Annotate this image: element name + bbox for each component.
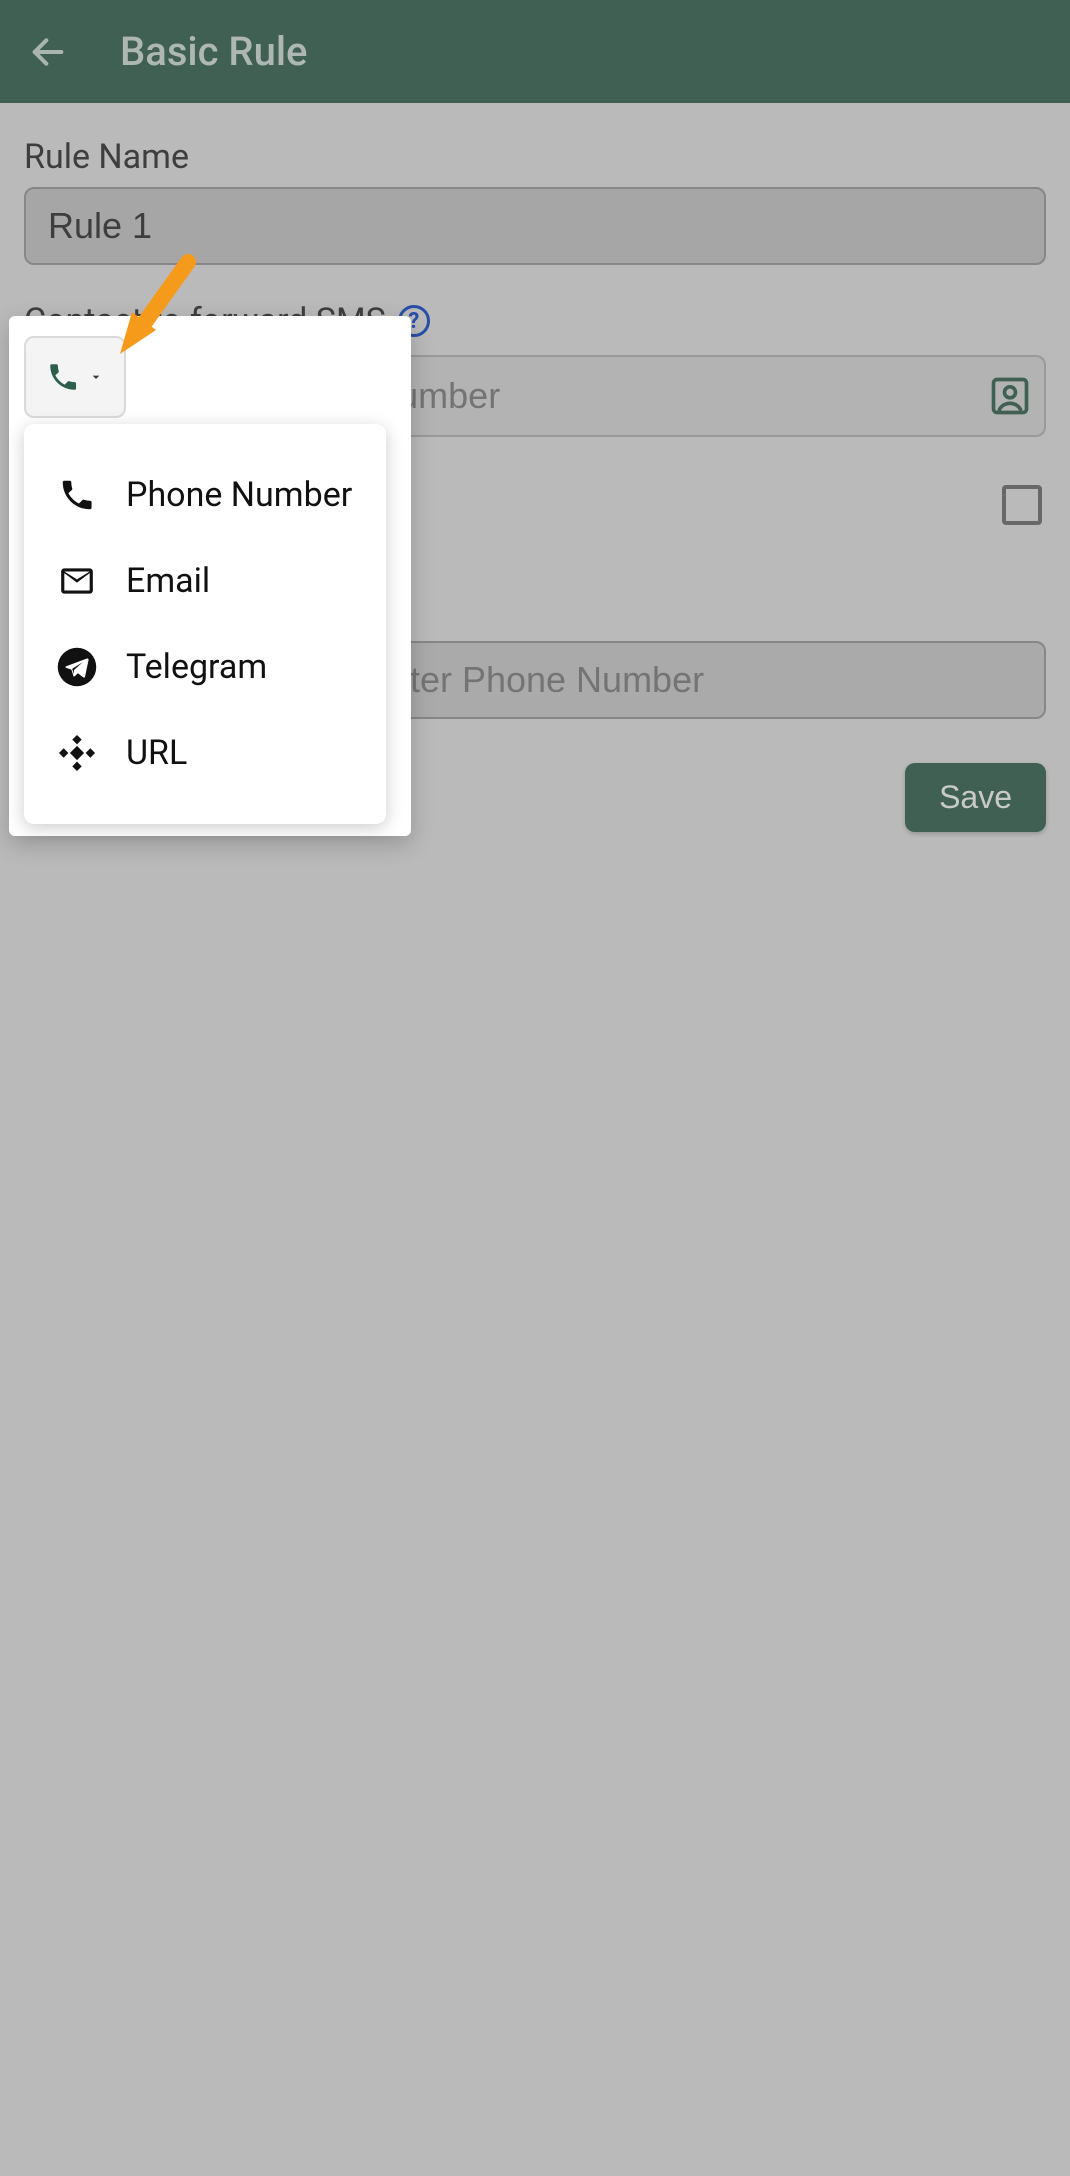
chevron-down-icon [88, 369, 104, 385]
menu-item-label: Telegram [126, 647, 267, 687]
menu-item-email[interactable]: Email [24, 538, 386, 624]
phone-icon [46, 360, 80, 394]
rule-name-input[interactable] [24, 187, 1046, 265]
menu-item-phone-number[interactable]: Phone Number [24, 452, 386, 538]
contact-type-dropdown: Phone Number Email Telegram URL [24, 424, 386, 824]
contact-picker-button[interactable] [988, 374, 1032, 418]
contact-type-button[interactable] [24, 336, 126, 418]
save-button[interactable]: Save [905, 763, 1046, 832]
menu-item-url[interactable]: URL [24, 710, 386, 796]
app-header: Basic Rule [0, 0, 1070, 103]
menu-item-telegram[interactable]: Telegram [24, 624, 386, 710]
page-title: Basic Rule [120, 28, 307, 75]
option-checkbox[interactable] [1002, 485, 1042, 525]
rule-name-label: Rule Name [24, 137, 1046, 177]
phone-icon [56, 474, 98, 516]
contact-card-icon [988, 374, 1032, 418]
menu-item-label: Phone Number [126, 475, 352, 515]
email-icon [56, 560, 98, 602]
telegram-icon [56, 646, 98, 688]
arrow-left-icon [28, 32, 68, 72]
menu-item-label: URL [126, 733, 187, 773]
api-icon [56, 732, 98, 774]
menu-item-label: Email [126, 561, 210, 601]
back-button[interactable] [24, 28, 72, 76]
